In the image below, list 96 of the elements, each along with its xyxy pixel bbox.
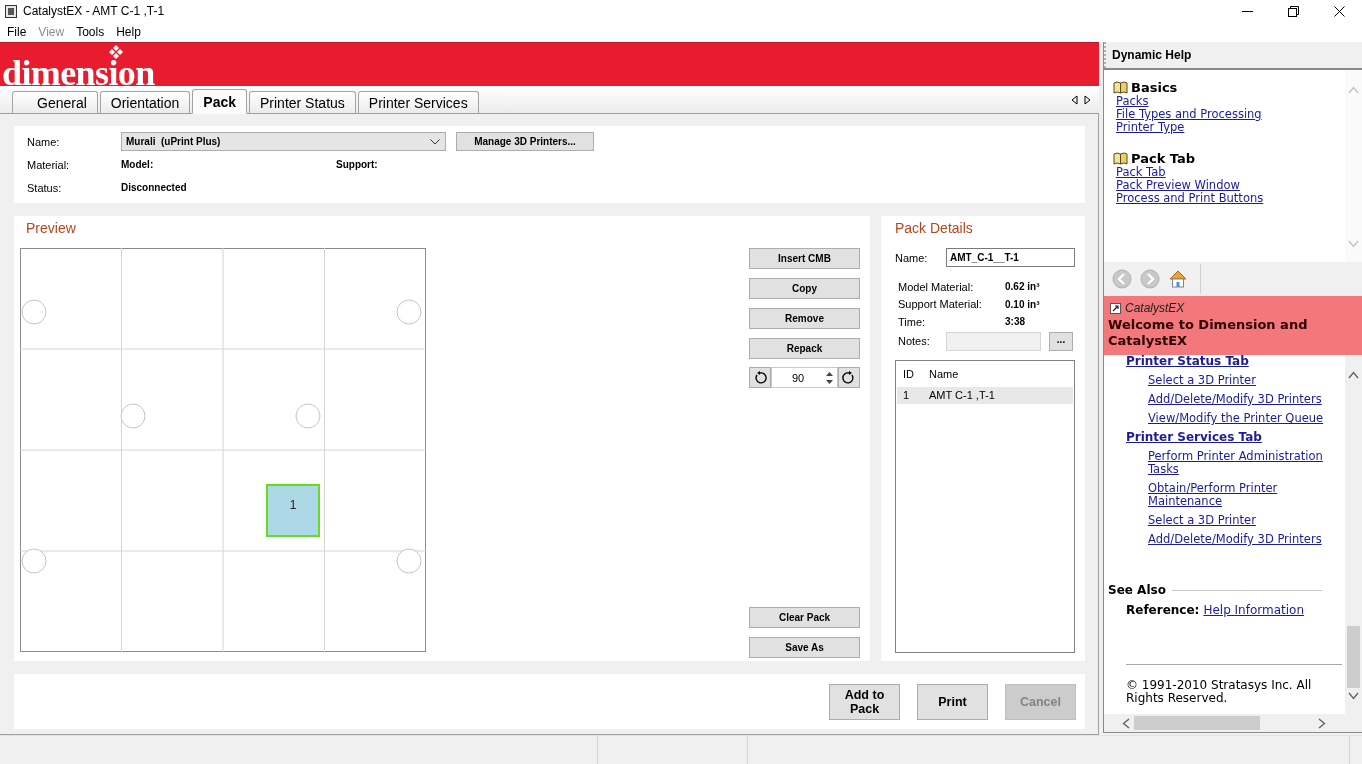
- back-icon[interactable]: [1112, 269, 1132, 289]
- brand-logo: dimension: [2, 61, 155, 86]
- help-link[interactable]: Obtain/Perform Printer Maintenance: [1148, 482, 1332, 508]
- help-link[interactable]: Pack Preview Window: [1116, 179, 1240, 192]
- help-pane-title: Dynamic Help: [1112, 48, 1192, 62]
- help-link[interactable]: View/Modify the Printer Queue: [1148, 412, 1332, 425]
- field-value: Disconnected: [121, 182, 187, 193]
- help-topic-icon: [1110, 302, 1121, 314]
- field-label: Support:: [336, 159, 378, 170]
- menu-item[interactable]: File: [1, 23, 33, 41]
- stat-value: 0.62 in³: [1005, 281, 1040, 293]
- pack-tool-button[interactable]: Clear Pack: [749, 607, 860, 628]
- field-label: Status:: [27, 181, 63, 194]
- help-outline-heading-link[interactable]: Printer Status Tab: [1126, 355, 1249, 368]
- close-icon: [1333, 5, 1345, 17]
- chevron-up-icon[interactable]: [1348, 371, 1359, 379]
- stat-label: Time:: [898, 315, 927, 328]
- scrollbar-thumb[interactable]: [1134, 716, 1260, 730]
- printer-dropdown[interactable]: Murali (uPrint Plus): [121, 132, 446, 151]
- menu-item[interactable]: Help: [110, 23, 147, 41]
- help-link[interactable]: Perform Printer Administration Tasks: [1148, 450, 1332, 476]
- copyright-text: © 1991-2010 Stratasys Inc. All Rights Reserved.: [1126, 679, 1313, 705]
- pack-tool-button[interactable]: Remove: [749, 308, 860, 329]
- notes-browse-button[interactable]: ...: [1049, 331, 1073, 351]
- pack-tool-button[interactable]: Repack: [749, 338, 860, 359]
- book-icon: [1113, 80, 1128, 94]
- stat-value: 3:38: [1005, 316, 1025, 328]
- tab[interactable]: Pack: [192, 89, 247, 114]
- rotate-left-icon: [753, 370, 767, 385]
- field-label: Model:: [121, 159, 155, 170]
- panel-title: Preview: [25, 222, 77, 238]
- tab-scroll-left-icon[interactable]: [1071, 94, 1078, 105]
- spinner-icon[interactable]: [825, 370, 834, 385]
- stat-label: Support Material:: [898, 298, 983, 311]
- help-link[interactable]: Process and Print Buttons: [1116, 192, 1264, 205]
- field-label: Name:: [27, 135, 61, 148]
- scrollbar-thumb[interactable]: [1347, 626, 1360, 688]
- tab-scroll-right-icon[interactable]: [1084, 94, 1091, 105]
- column-header: ID: [902, 367, 915, 380]
- topic-source: CatalystEX: [1125, 301, 1185, 315]
- tab[interactable]: Printer Status: [249, 91, 356, 114]
- field-label: Material:: [27, 158, 71, 171]
- help-link[interactable]: Packs: [1116, 95, 1149, 108]
- help-link[interactable]: Select a 3D Printer: [1148, 514, 1332, 527]
- help-section-heading: Basics: [1131, 79, 1178, 95]
- pack-name-field[interactable]: AMT_C-1__T-1: [946, 248, 1075, 267]
- app-icon: [5, 4, 17, 18]
- forward-icon[interactable]: [1140, 269, 1160, 289]
- help-link[interactable]: Pack Tab: [1116, 166, 1166, 179]
- field-label: Name:: [895, 251, 929, 264]
- pack-tool-button[interactable]: Insert CMB: [749, 248, 860, 269]
- book-icon: [1113, 151, 1128, 165]
- pack-tool-button[interactable]: Copy: [749, 278, 860, 299]
- list-cell-text: AMT C-1 ,T-1: [928, 389, 996, 401]
- field-label: Notes:: [898, 335, 931, 347]
- window-title: CatalystEX - AMT C-1 ,T-1: [23, 4, 166, 18]
- chevron-down-icon: [430, 138, 440, 145]
- part-tile[interactable]: 1: [266, 484, 320, 537]
- notes-field[interactable]: [946, 331, 1041, 351]
- vertical-scrollbar[interactable]: [1345, 355, 1362, 714]
- help-section-heading: Pack Tab: [1131, 150, 1196, 166]
- list-cell-text: 1: [902, 389, 911, 401]
- panel-title: Pack Details: [895, 222, 974, 238]
- chevron-left-icon[interactable]: [1122, 717, 1130, 729]
- column-header: Name: [928, 367, 960, 380]
- help-link[interactable]: File Types and Processing: [1116, 108, 1262, 121]
- horizontal-scrollbar[interactable]: [1104, 714, 1362, 732]
- restore-icon: [1287, 5, 1299, 17]
- help-link[interactable]: Printer Type: [1116, 121, 1185, 134]
- tab[interactable]: Printer Services: [357, 91, 479, 114]
- help-outline-heading-link[interactable]: Printer Services Tab: [1126, 431, 1262, 444]
- rotate-right-button[interactable]: [838, 367, 860, 388]
- rotate-right-icon: [842, 370, 856, 385]
- tab[interactable]: Orientation: [99, 91, 191, 114]
- stat-value: 0.10 in³: [1005, 298, 1040, 310]
- reference-label: Reference:: [1126, 603, 1200, 617]
- topic-title: Welcome to Dimension and CatalystEX: [1108, 317, 1309, 349]
- rotation-angle-field[interactable]: 90: [771, 367, 838, 388]
- manage-printers-button[interactable]: Manage 3D Printers...: [456, 132, 594, 151]
- stat-label: Model Material:: [898, 280, 975, 293]
- diamond-logo-icon: [108, 45, 124, 61]
- action-button[interactable]: Print: [917, 683, 988, 720]
- chevron-down-icon[interactable]: [1348, 692, 1359, 700]
- list-row[interactable]: 1 AMT C-1 ,T-1: [897, 386, 1073, 404]
- help-link[interactable]: Add/Delete/Modify 3D Printers: [1148, 533, 1332, 546]
- action-button[interactable]: Add to Pack: [829, 683, 900, 720]
- help-link[interactable]: Select a 3D Printer: [1148, 374, 1332, 387]
- menu-item[interactable]: Tools: [70, 23, 111, 41]
- help-link[interactable]: Add/Delete/Modify 3D Printers: [1148, 393, 1332, 406]
- home-icon[interactable]: [1168, 269, 1188, 289]
- tab[interactable]: General: [12, 91, 98, 114]
- see-also-heading: See Also: [1108, 583, 1166, 597]
- rotate-left-button[interactable]: [749, 367, 771, 388]
- chevron-right-icon[interactable]: [1318, 717, 1326, 729]
- help-link[interactable]: Help Information: [1203, 603, 1305, 617]
- pack-tool-button[interactable]: Save As: [749, 637, 860, 658]
